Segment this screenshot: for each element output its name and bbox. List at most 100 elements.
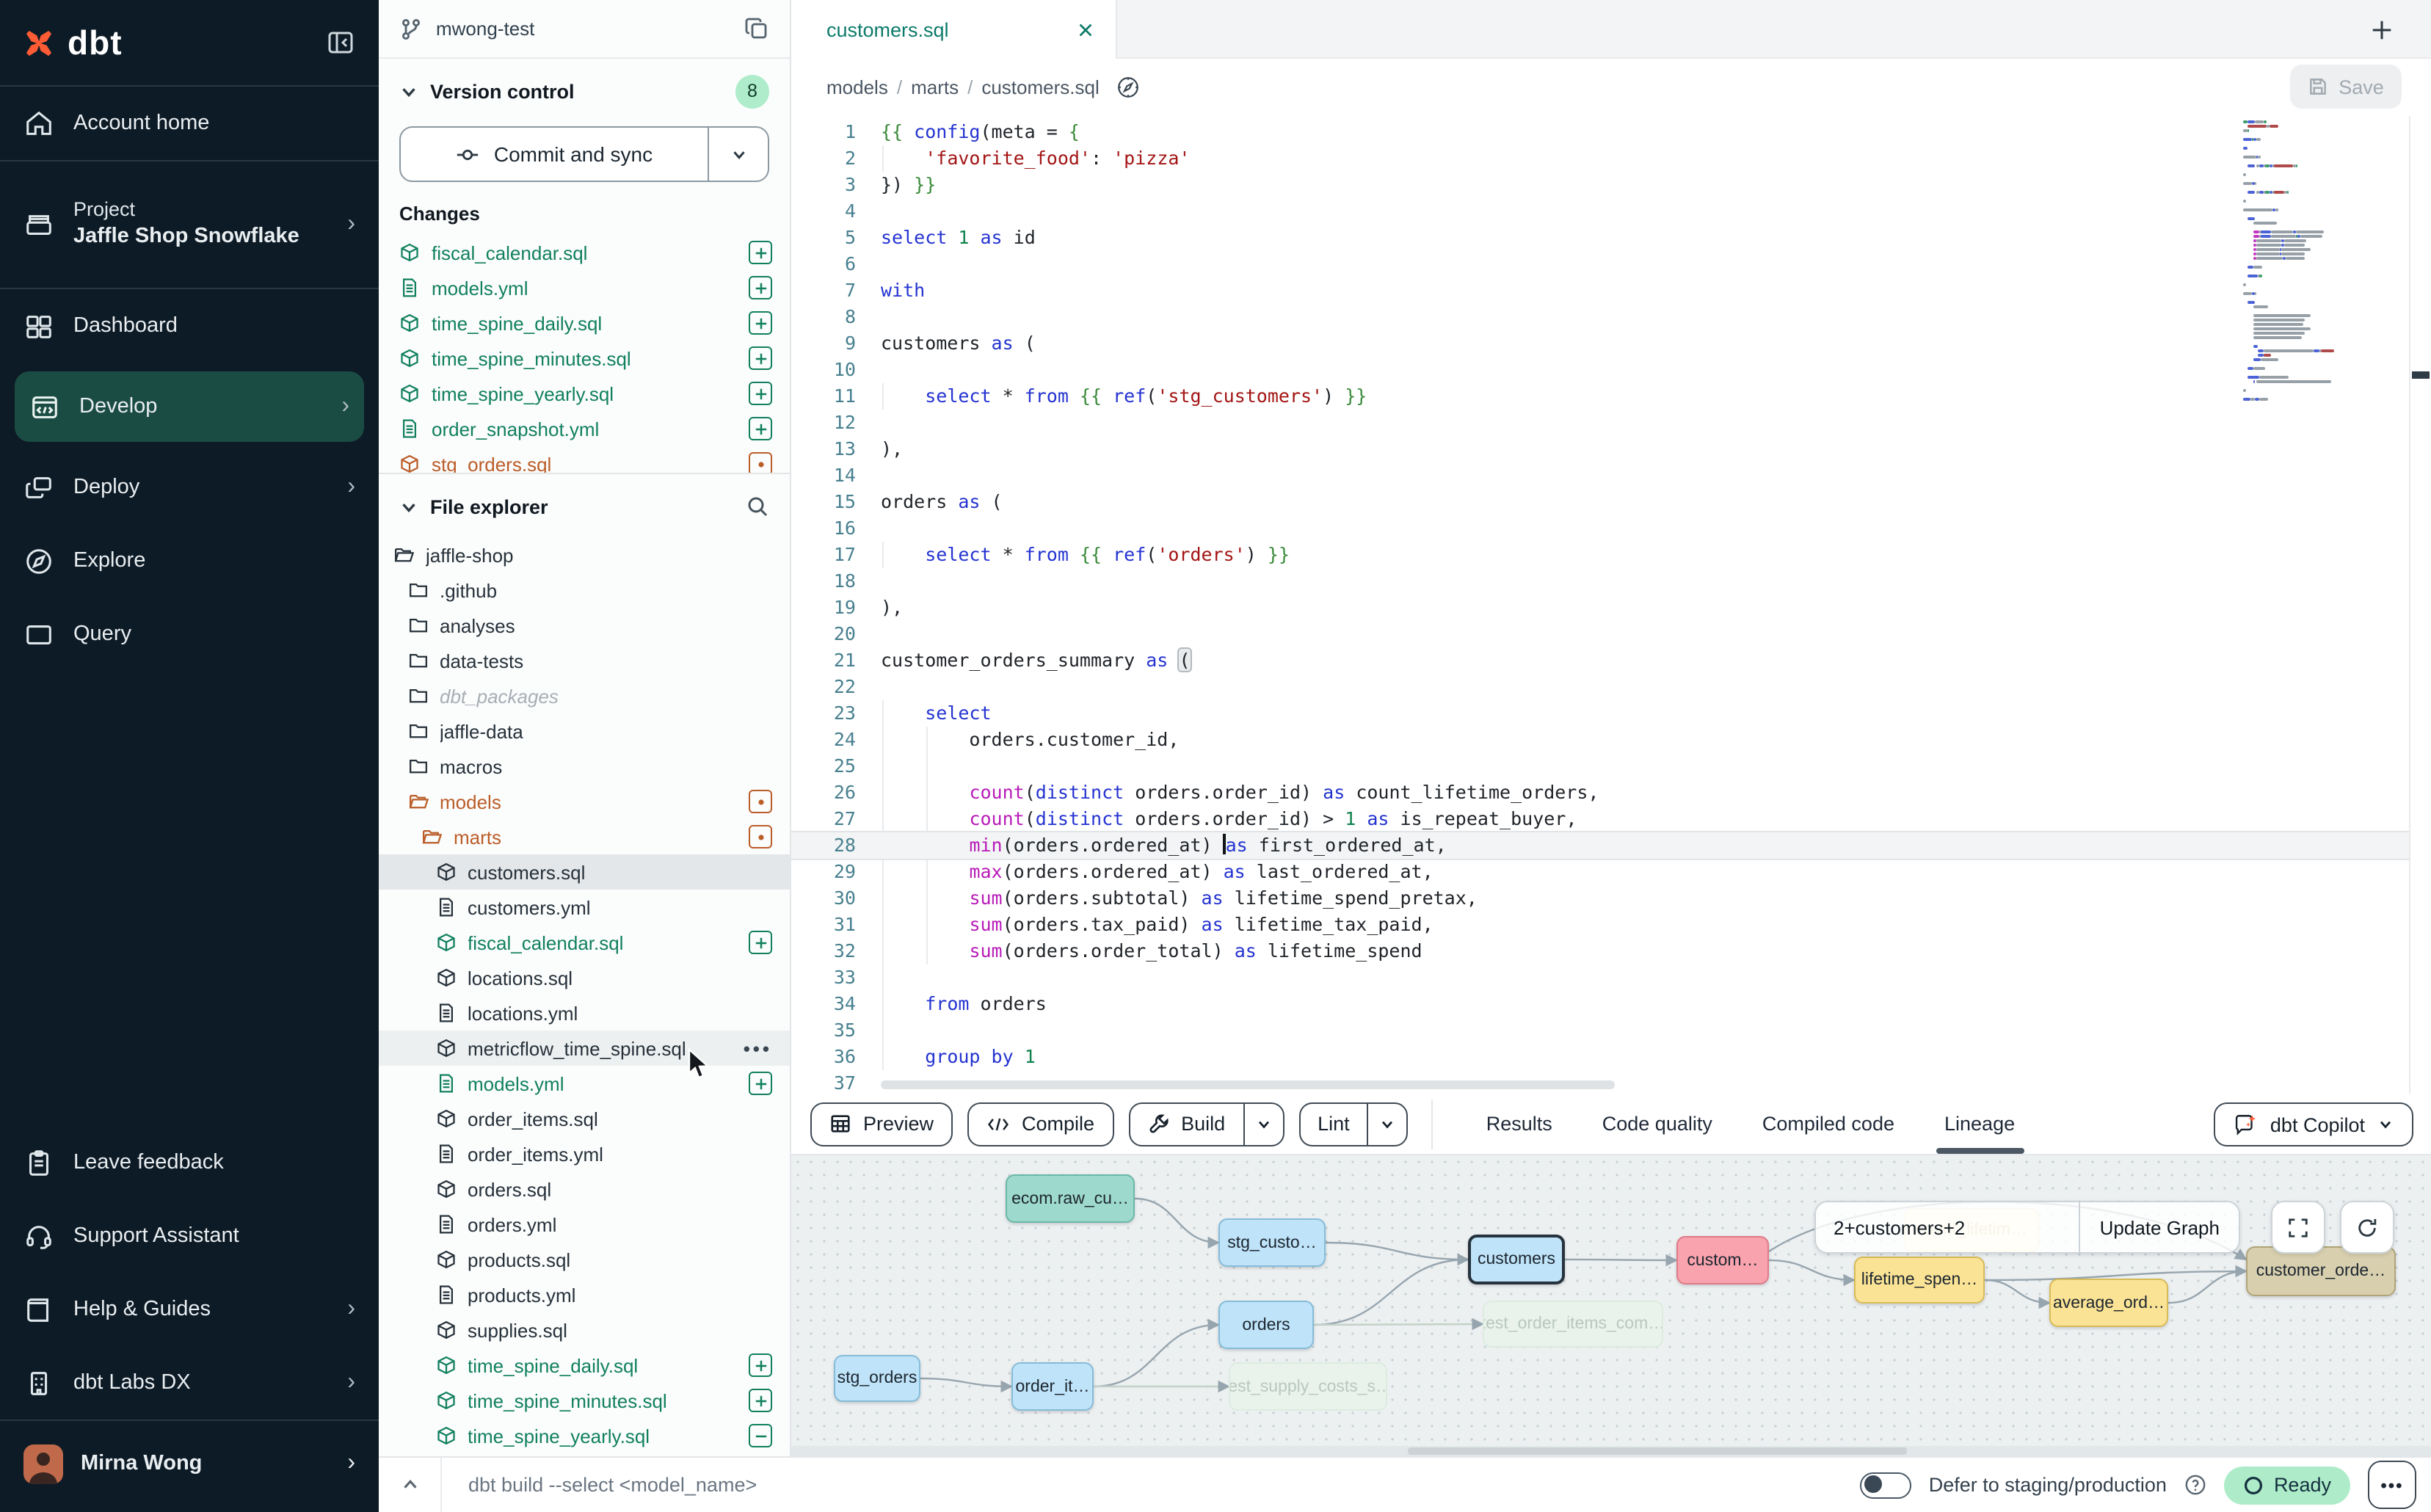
plus-box-icon[interactable] [749, 1072, 772, 1095]
code-editor[interactable]: 1{{ config(meta = {2 'favorite_food': 'p… [791, 116, 2431, 1094]
sidebar-item-develop[interactable]: Develop › [15, 371, 364, 442]
commit-options-chevron[interactable] [708, 128, 768, 181]
update-graph-button[interactable]: Update Graph [2079, 1202, 2239, 1252]
sidebar-item-account-home[interactable]: Account home [0, 87, 379, 160]
file-tree-item[interactable]: orders.yml [379, 1207, 790, 1242]
expand-command-bar-button[interactable] [379, 1475, 440, 1494]
explore-lineage-icon[interactable] [1116, 75, 1141, 100]
code-line[interactable]: 29 max(orders.ordered_at) as last_ordere… [791, 859, 2431, 885]
lineage-node-customers[interactable]: customers [1468, 1235, 1565, 1284]
code-line[interactable]: 33 [791, 964, 2431, 991]
sidebar-item-project[interactable]: Project Jaffle Shop Snowflake › [0, 161, 379, 288]
change-item[interactable]: time_spine_minutes.sql [379, 341, 790, 376]
plus-box-icon[interactable] [749, 417, 772, 440]
plus-box-icon[interactable] [749, 1389, 772, 1412]
code-line[interactable]: 27 count(distinct orders.order_id) > 1 a… [791, 806, 2431, 832]
plus-box-icon[interactable] [749, 931, 772, 954]
editor-hscrollbar[interactable] [881, 1080, 1615, 1089]
search-icon[interactable] [746, 495, 769, 518]
plus-box-icon[interactable] [749, 311, 772, 335]
sidebar-item-leave-feedback[interactable]: Leave feedback [0, 1126, 379, 1199]
tab-results[interactable]: Results [1486, 1094, 1552, 1154]
file-tree-item[interactable]: products.yml [379, 1277, 790, 1312]
file-tree-item[interactable]: time_spine_minutes.sql [379, 1383, 790, 1418]
breadcrumb-models[interactable]: models [826, 76, 888, 98]
copy-icon[interactable] [744, 16, 769, 41]
lineage-fullscreen-button[interactable] [2271, 1201, 2325, 1254]
plus-box-icon[interactable] [749, 346, 772, 370]
dot-box-icon[interactable] [749, 825, 772, 848]
file-tree-item[interactable]: locations.yml [379, 995, 790, 1031]
change-item[interactable]: stg_orders.sql [379, 446, 790, 473]
save-button[interactable]: Save [2290, 65, 2402, 109]
code-line[interactable]: 32 sum(orders.order_total) as lifetime_s… [791, 938, 2431, 964]
file-tree-item[interactable]: macros [379, 749, 790, 784]
dbt-copilot-button[interactable]: dbt Copilot [2214, 1102, 2413, 1146]
file-tree-item[interactable]: time_spine_daily.sql [379, 1348, 790, 1383]
file-tree-item[interactable]: supplies.sql [379, 1312, 790, 1348]
code-line[interactable]: 5select 1 as id [791, 225, 2431, 251]
file-tree-item[interactable]: customers.yml [379, 890, 790, 925]
lineage-node-ecom[interactable]: ecom.raw_cu… [1006, 1174, 1135, 1223]
tab-lineage[interactable]: Lineage [1944, 1094, 2015, 1154]
version-control-header[interactable]: Version control 8 [379, 70, 790, 112]
code-line[interactable]: 19), [791, 595, 2431, 621]
file-tree-item[interactable]: analyses [379, 608, 790, 643]
code-line[interactable]: 31 sum(orders.tax_paid) as lifetime_tax_… [791, 912, 2431, 938]
plus-box-icon[interactable] [749, 276, 772, 299]
sidebar-item-dashboard[interactable]: Dashboard [0, 289, 379, 363]
code-line[interactable]: 35 [791, 1017, 2431, 1044]
code-line[interactable]: 30 sum(orders.subtotal) as lifetime_spen… [791, 885, 2431, 912]
code-line[interactable]: 2 'favorite_food': 'pizza' [791, 145, 2431, 172]
lineage-node-order_it[interactable]: order_it… [1011, 1362, 1094, 1411]
sidebar-item-support-assistant[interactable]: Support Assistant [0, 1199, 379, 1273]
code-line[interactable]: 28 min(orders.ordered_at) as first_order… [791, 831, 2410, 860]
row-menu-icon[interactable]: ••• [744, 1037, 772, 1059]
code-line[interactable]: 20 [791, 621, 2431, 647]
close-tab-icon[interactable] [1076, 20, 1095, 39]
code-line[interactable]: 8 [791, 304, 2431, 330]
sidebar-item-deploy[interactable]: Deploy › [0, 451, 379, 524]
code-line[interactable]: 15orders as ( [791, 489, 2431, 515]
lineage-node-orders[interactable]: orders [1218, 1301, 1314, 1349]
plus-box-icon[interactable] [749, 1353, 772, 1377]
lineage-node-lifetime[interactable]: lifetime_spen… [1854, 1257, 1985, 1304]
preview-button[interactable]: Preview [810, 1102, 953, 1146]
change-item[interactable]: time_spine_daily.sql [379, 305, 790, 341]
more-options-button[interactable]: ••• [2368, 1461, 2416, 1509]
editor-minimap[interactable] [2237, 116, 2410, 417]
code-line[interactable]: 34 from orders [791, 991, 2431, 1017]
help-icon[interactable] [2184, 1474, 2206, 1496]
file-tree-item[interactable]: jaffle-data [379, 713, 790, 749]
defer-toggle[interactable] [1860, 1472, 1911, 1498]
change-item[interactable]: time_spine_yearly.sql [379, 376, 790, 411]
minus-box-icon[interactable] [749, 1424, 772, 1447]
code-line[interactable]: 14 [791, 462, 2431, 489]
file-tree-item[interactable]: models.yml [379, 1066, 790, 1101]
build-options-chevron[interactable] [1243, 1103, 1282, 1144]
code-line[interactable]: 21customer_orders_summary as ( [791, 647, 2431, 674]
code-line[interactable]: 13), [791, 436, 2431, 462]
tab-code-quality[interactable]: Code quality [1602, 1094, 1712, 1154]
code-line[interactable]: 10 [791, 357, 2431, 383]
code-line[interactable]: 11 select * from {{ ref('stg_customers')… [791, 383, 2431, 410]
file-tree-item[interactable]: .github [379, 573, 790, 608]
lint-options-chevron[interactable] [1367, 1103, 1407, 1144]
code-line[interactable]: 23 select [791, 700, 2431, 727]
sidebar-item-explore[interactable]: Explore [0, 524, 379, 597]
code-line[interactable]: 25 [791, 753, 2431, 779]
file-explorer-header[interactable]: File explorer [379, 486, 790, 527]
commit-and-sync-button[interactable]: Commit and sync [399, 126, 769, 182]
lineage-refresh-button[interactable] [2340, 1201, 2394, 1254]
lineage-hscrollbar[interactable] [791, 1446, 2431, 1456]
code-line[interactable]: 3}) }} [791, 172, 2431, 198]
file-tree-item[interactable]: customers.sql [379, 854, 790, 890]
file-tree-item[interactable]: fiscal_calendar.sql [379, 925, 790, 960]
lineage-node-stg_custo[interactable]: stg_custo… [1218, 1218, 1326, 1267]
tab-compiled-code[interactable]: Compiled code [1762, 1094, 1894, 1154]
build-button[interactable]: Build [1128, 1102, 1284, 1146]
compile-button[interactable]: Compile [967, 1102, 1113, 1146]
lint-button[interactable]: Lint [1298, 1102, 1409, 1146]
editor-scrollbar[interactable] [2409, 116, 2431, 1094]
lineage-node-custom_pink[interactable]: custom… [1676, 1236, 1769, 1284]
